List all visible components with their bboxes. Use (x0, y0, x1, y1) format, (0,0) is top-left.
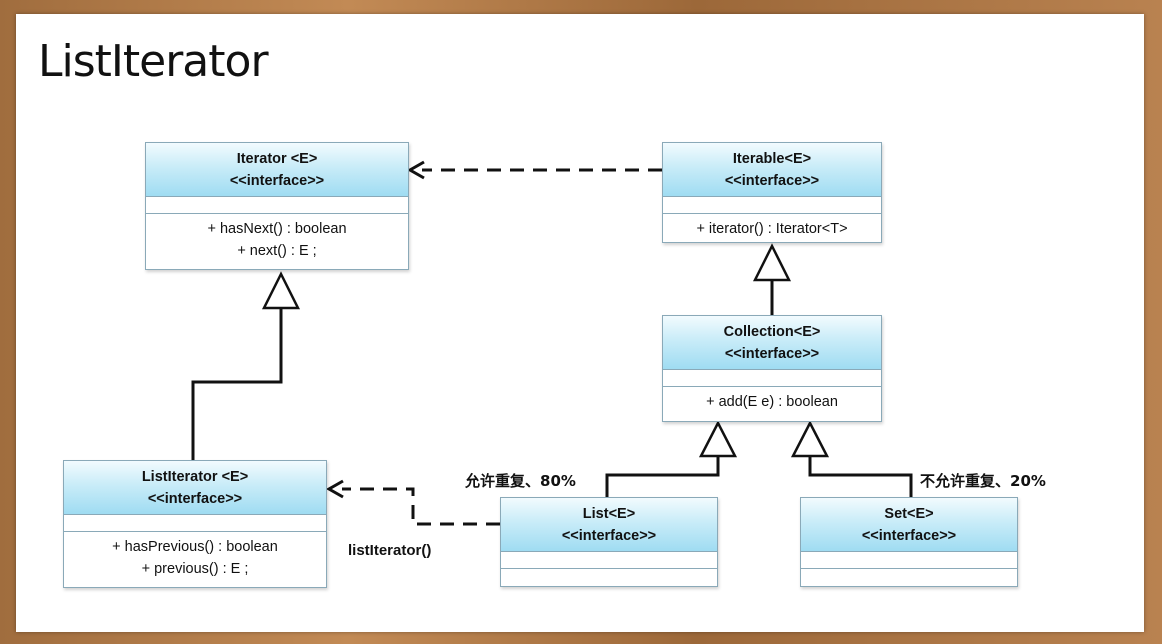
class-iterable-header: Iterable<E> <<interface>> (663, 143, 881, 197)
class-listiterator-header: ListIterator <E> <<interface>> (64, 461, 326, 515)
label-set-branch: 不允许重复、20% (920, 472, 1046, 490)
generalization-arrow-collection-left (698, 420, 738, 458)
generalization-arrow-collection-right (790, 420, 830, 458)
class-collection-operations: + add(E e) : boolean (663, 387, 881, 416)
edge-set-extends-collection (808, 456, 913, 498)
class-listiterator: ListIterator <E> <<interface>> + hasPrev… (63, 460, 327, 588)
operation: + previous() : E ; (141, 561, 249, 577)
label-list-branch: 允许重复、80% (465, 472, 576, 490)
class-iterator-operations: + hasNext() : boolean + next() : E ; (146, 214, 408, 265)
label-listiterator-method: listIterator() (348, 542, 432, 559)
class-collection-header: Collection<E> <<interface>> (663, 316, 881, 370)
class-list-attributes (501, 552, 717, 568)
class-set: Set<E> <<interface>> (800, 497, 1018, 587)
class-collection-name: Collection<E> (723, 324, 821, 340)
operation: + hasPrevious() : boolean (112, 539, 278, 555)
edge-list-extends-collection (605, 456, 720, 498)
class-iterable-operations: + iterator() : Iterator<T> (663, 214, 881, 243)
operation: + add(E e) : boolean (706, 394, 838, 410)
class-iterable-name: Iterable<E> (732, 151, 812, 167)
class-iterable-attributes (663, 197, 881, 214)
class-iterator-header: Iterator <E> <<interface>> (146, 143, 408, 197)
class-set-attributes (801, 552, 1017, 568)
class-listiterator-attributes (64, 515, 326, 532)
operation: + next() : E ; (237, 243, 317, 259)
class-listiterator-operations: + hasPrevious() : boolean + previous() :… (64, 532, 326, 583)
class-iterator-name: Iterator <E> (236, 151, 318, 167)
generalization-arrow-iterable (752, 243, 792, 282)
class-iterable: Iterable<E> <<interface>> + iterator() :… (662, 142, 882, 243)
class-set-operations (801, 568, 1017, 585)
class-list-operations (501, 568, 717, 585)
class-set-name: Set<E> (884, 506, 934, 522)
class-collection-stereotype: <<interface>> (724, 346, 820, 362)
class-list-header: List<E> <<interface>> (501, 498, 717, 552)
edge-list-creates-listiterator (342, 487, 500, 526)
class-set-stereotype: <<interface>> (861, 528, 957, 544)
edge-listiterator-arrowhead (325, 479, 344, 499)
class-collection-attributes (663, 370, 881, 387)
class-list-name: List<E> (582, 506, 636, 522)
class-listiterator-stereotype: <<interface>> (147, 491, 243, 507)
class-collection: Collection<E> <<interface>> + add(E e) :… (662, 315, 882, 422)
class-list-stereotype: <<interface>> (561, 528, 657, 544)
class-iterator-stereotype: <<interface>> (229, 173, 325, 189)
class-iterator-attributes (146, 197, 408, 214)
operation: + iterator() : Iterator<T> (696, 221, 848, 237)
class-set-header: Set<E> <<interface>> (801, 498, 1017, 552)
class-list: List<E> <<interface>> (500, 497, 718, 587)
edge-listiterator-extends-iterator (191, 308, 283, 461)
edge-iterable-arrowhead (406, 160, 425, 180)
class-iterable-stereotype: <<interface>> (724, 173, 820, 189)
class-listiterator-name: ListIterator <E> (141, 469, 249, 485)
operation: + hasNext() : boolean (207, 221, 347, 237)
class-iterator: Iterator <E> <<interface>> + hasNext() :… (145, 142, 409, 270)
generalization-arrow-iterator (261, 271, 301, 310)
